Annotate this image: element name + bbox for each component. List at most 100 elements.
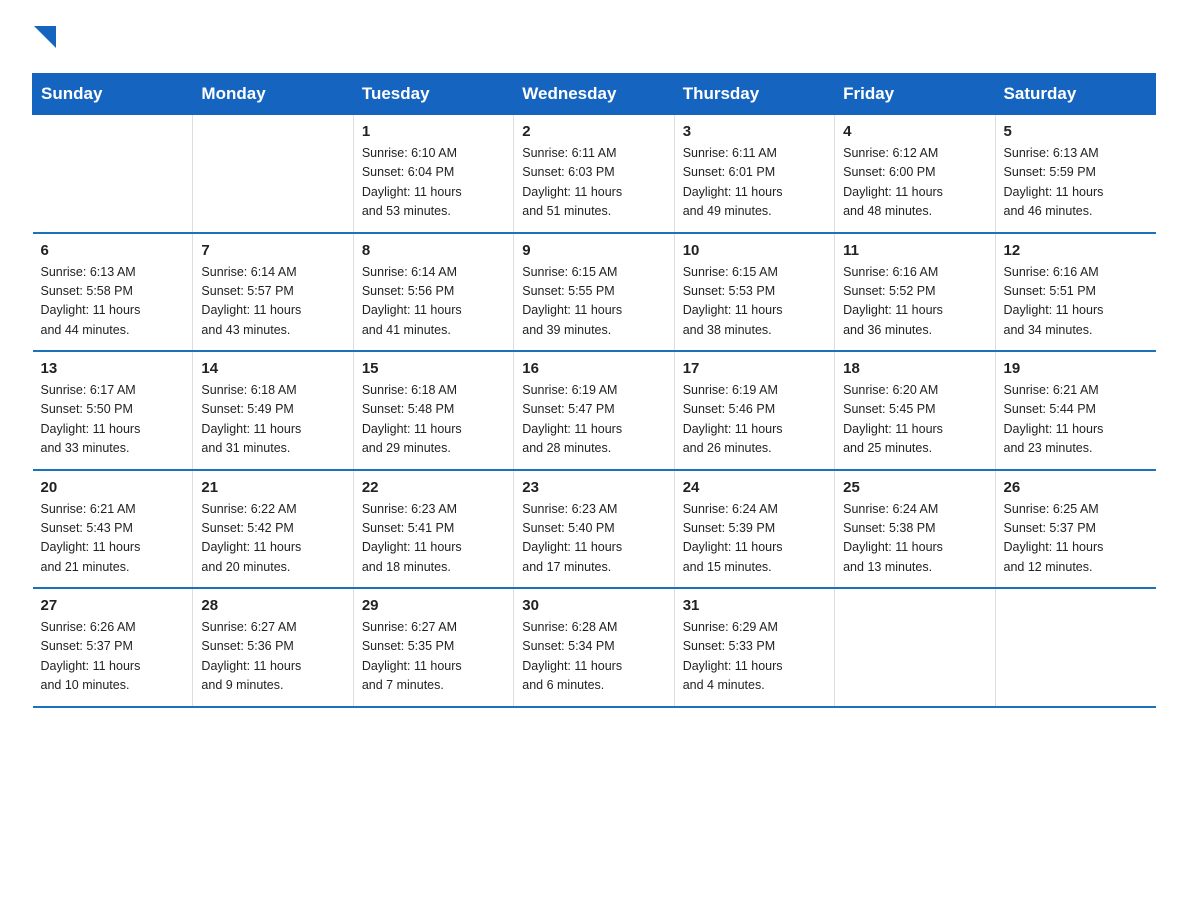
weekday-header-friday: Friday [835, 74, 995, 115]
day-number: 12 [1004, 242, 1148, 259]
logo-arrow-icon [32, 24, 56, 57]
day-number: 29 [362, 597, 505, 614]
calendar-day-3: 3 Sunrise: 6:11 AM Sunset: 6:01 PM Daylig… [674, 115, 834, 233]
calendar-day-25: 25 Sunrise: 6:24 AM Sunset: 5:38 PM Dayli… [835, 470, 995, 589]
page-header [32, 24, 1156, 57]
day-info: Sunrise: 6:24 AM Sunset: 5:39 PM Dayligh… [683, 500, 826, 578]
calendar-week-row: 13 Sunrise: 6:17 AM Sunset: 5:50 PM Dayli… [33, 351, 1156, 470]
calendar-day-19: 19 Sunrise: 6:21 AM Sunset: 5:44 PM Dayli… [995, 351, 1155, 470]
day-number: 20 [41, 479, 185, 496]
calendar-day-10: 10Sunrise: 6:15 AM Sunset: 5:53 PM Dayli… [674, 233, 834, 352]
day-number: 18 [843, 360, 986, 377]
day-number: 11 [843, 242, 986, 259]
calendar-day-12: 12Sunrise: 6:16 AM Sunset: 5:51 PM Dayli… [995, 233, 1155, 352]
weekday-header-sunday: Sunday [33, 74, 193, 115]
day-number: 27 [41, 597, 185, 614]
calendar-day-16: 16Sunrise: 6:19 AM Sunset: 5:47 PM Dayli… [514, 351, 674, 470]
calendar-day-15: 15 Sunrise: 6:18 AM Sunset: 5:48 PM Dayli… [353, 351, 513, 470]
day-info: Sunrise: 6:11 AM Sunset: 6:01 PM Dayligh… [683, 144, 826, 222]
day-info: Sunrise: 6:11 AM Sunset: 6:03 PM Dayligh… [522, 144, 665, 222]
day-info: Sunrise: 6:10 AM Sunset: 6:04 PM Dayligh… [362, 144, 505, 222]
day-number: 24 [683, 479, 826, 496]
day-info: Sunrise: 6:24 AM Sunset: 5:38 PM Dayligh… [843, 500, 986, 578]
day-number: 22 [362, 479, 505, 496]
calendar-day-1: 1 Sunrise: 6:10 AM Sunset: 6:04 PM Daylig… [353, 115, 513, 233]
calendar-empty-cell [995, 588, 1155, 707]
day-info: Sunrise: 6:27 AM Sunset: 5:36 PM Dayligh… [201, 618, 344, 696]
calendar-day-23: 23 Sunrise: 6:23 AM Sunset: 5:40 PM Dayli… [514, 470, 674, 589]
day-info: Sunrise: 6:21 AM Sunset: 5:44 PM Dayligh… [1004, 381, 1148, 459]
calendar-day-26: 26 Sunrise: 6:25 AM Sunset: 5:37 PM Dayli… [995, 470, 1155, 589]
day-info: Sunrise: 6:12 AM Sunset: 6:00 PM Dayligh… [843, 144, 986, 222]
day-number: 1 [362, 123, 505, 140]
day-number: 5 [1004, 123, 1148, 140]
day-number: 2 [522, 123, 665, 140]
day-number: 28 [201, 597, 344, 614]
calendar-week-row: 20 Sunrise: 6:21 AM Sunset: 5:43 PM Dayli… [33, 470, 1156, 589]
day-number: 6 [41, 242, 185, 259]
day-info: Sunrise: 6:27 AM Sunset: 5:35 PM Dayligh… [362, 618, 505, 696]
day-info: Sunrise: 6:20 AM Sunset: 5:45 PM Dayligh… [843, 381, 986, 459]
calendar-day-20: 20 Sunrise: 6:21 AM Sunset: 5:43 PM Dayli… [33, 470, 193, 589]
day-info: Sunrise: 6:26 AM Sunset: 5:37 PM Dayligh… [41, 618, 185, 696]
calendar-week-row: 1 Sunrise: 6:10 AM Sunset: 6:04 PM Daylig… [33, 115, 1156, 233]
calendar-table: SundayMondayTuesdayWednesdayThursdayFrid… [32, 73, 1156, 708]
weekday-header-thursday: Thursday [674, 74, 834, 115]
calendar-empty-cell [835, 588, 995, 707]
day-number: 13 [41, 360, 185, 377]
day-info: Sunrise: 6:23 AM Sunset: 5:40 PM Dayligh… [522, 500, 665, 578]
weekday-header-saturday: Saturday [995, 74, 1155, 115]
day-info: Sunrise: 6:18 AM Sunset: 5:48 PM Dayligh… [362, 381, 505, 459]
day-info: Sunrise: 6:16 AM Sunset: 5:52 PM Dayligh… [843, 263, 986, 341]
weekday-header-tuesday: Tuesday [353, 74, 513, 115]
weekday-header-monday: Monday [193, 74, 353, 115]
calendar-day-6: 6 Sunrise: 6:13 AM Sunset: 5:58 PM Daylig… [33, 233, 193, 352]
day-number: 14 [201, 360, 344, 377]
day-number: 19 [1004, 360, 1148, 377]
calendar-day-5: 5 Sunrise: 6:13 AM Sunset: 5:59 PM Daylig… [995, 115, 1155, 233]
day-number: 7 [201, 242, 344, 259]
calendar-day-24: 24 Sunrise: 6:24 AM Sunset: 5:39 PM Dayli… [674, 470, 834, 589]
calendar-week-row: 27 Sunrise: 6:26 AM Sunset: 5:37 PM Dayli… [33, 588, 1156, 707]
day-info: Sunrise: 6:19 AM Sunset: 5:46 PM Dayligh… [683, 381, 826, 459]
calendar-day-31: 31Sunrise: 6:29 AM Sunset: 5:33 PM Dayli… [674, 588, 834, 707]
calendar-empty-cell [33, 115, 193, 233]
day-number: 8 [362, 242, 505, 259]
day-info: Sunrise: 6:15 AM Sunset: 5:55 PM Dayligh… [522, 263, 665, 341]
day-number: 17 [683, 360, 826, 377]
calendar-day-13: 13 Sunrise: 6:17 AM Sunset: 5:50 PM Dayli… [33, 351, 193, 470]
day-info: Sunrise: 6:17 AM Sunset: 5:50 PM Dayligh… [41, 381, 185, 459]
calendar-day-7: 7 Sunrise: 6:14 AM Sunset: 5:57 PM Daylig… [193, 233, 353, 352]
calendar-day-30: 30Sunrise: 6:28 AM Sunset: 5:34 PM Dayli… [514, 588, 674, 707]
day-info: Sunrise: 6:14 AM Sunset: 5:57 PM Dayligh… [201, 263, 344, 341]
day-number: 23 [522, 479, 665, 496]
day-info: Sunrise: 6:25 AM Sunset: 5:37 PM Dayligh… [1004, 500, 1148, 578]
day-info: Sunrise: 6:18 AM Sunset: 5:49 PM Dayligh… [201, 381, 344, 459]
day-number: 4 [843, 123, 986, 140]
day-number: 26 [1004, 479, 1148, 496]
day-number: 25 [843, 479, 986, 496]
day-info: Sunrise: 6:13 AM Sunset: 5:58 PM Dayligh… [41, 263, 185, 341]
calendar-day-14: 14 Sunrise: 6:18 AM Sunset: 5:49 PM Dayli… [193, 351, 353, 470]
calendar-day-11: 11 Sunrise: 6:16 AM Sunset: 5:52 PM Dayli… [835, 233, 995, 352]
day-info: Sunrise: 6:28 AM Sunset: 5:34 PM Dayligh… [522, 618, 665, 696]
day-info: Sunrise: 6:23 AM Sunset: 5:41 PM Dayligh… [362, 500, 505, 578]
logo [32, 24, 56, 57]
day-number: 16 [522, 360, 665, 377]
calendar-day-9: 9Sunrise: 6:15 AM Sunset: 5:55 PM Daylig… [514, 233, 674, 352]
day-info: Sunrise: 6:14 AM Sunset: 5:56 PM Dayligh… [362, 263, 505, 341]
calendar-day-28: 28 Sunrise: 6:27 AM Sunset: 5:36 PM Dayli… [193, 588, 353, 707]
calendar-day-8: 8 Sunrise: 6:14 AM Sunset: 5:56 PM Daylig… [353, 233, 513, 352]
day-number: 10 [683, 242, 826, 259]
day-number: 3 [683, 123, 826, 140]
calendar-day-27: 27 Sunrise: 6:26 AM Sunset: 5:37 PM Dayli… [33, 588, 193, 707]
calendar-day-4: 4 Sunrise: 6:12 AM Sunset: 6:00 PM Daylig… [835, 115, 995, 233]
day-info: Sunrise: 6:13 AM Sunset: 5:59 PM Dayligh… [1004, 144, 1148, 222]
calendar-day-17: 17 Sunrise: 6:19 AM Sunset: 5:46 PM Dayli… [674, 351, 834, 470]
day-info: Sunrise: 6:21 AM Sunset: 5:43 PM Dayligh… [41, 500, 185, 578]
day-number: 21 [201, 479, 344, 496]
calendar-day-18: 18 Sunrise: 6:20 AM Sunset: 5:45 PM Dayli… [835, 351, 995, 470]
day-info: Sunrise: 6:22 AM Sunset: 5:42 PM Dayligh… [201, 500, 344, 578]
calendar-week-row: 6 Sunrise: 6:13 AM Sunset: 5:58 PM Daylig… [33, 233, 1156, 352]
day-number: 15 [362, 360, 505, 377]
